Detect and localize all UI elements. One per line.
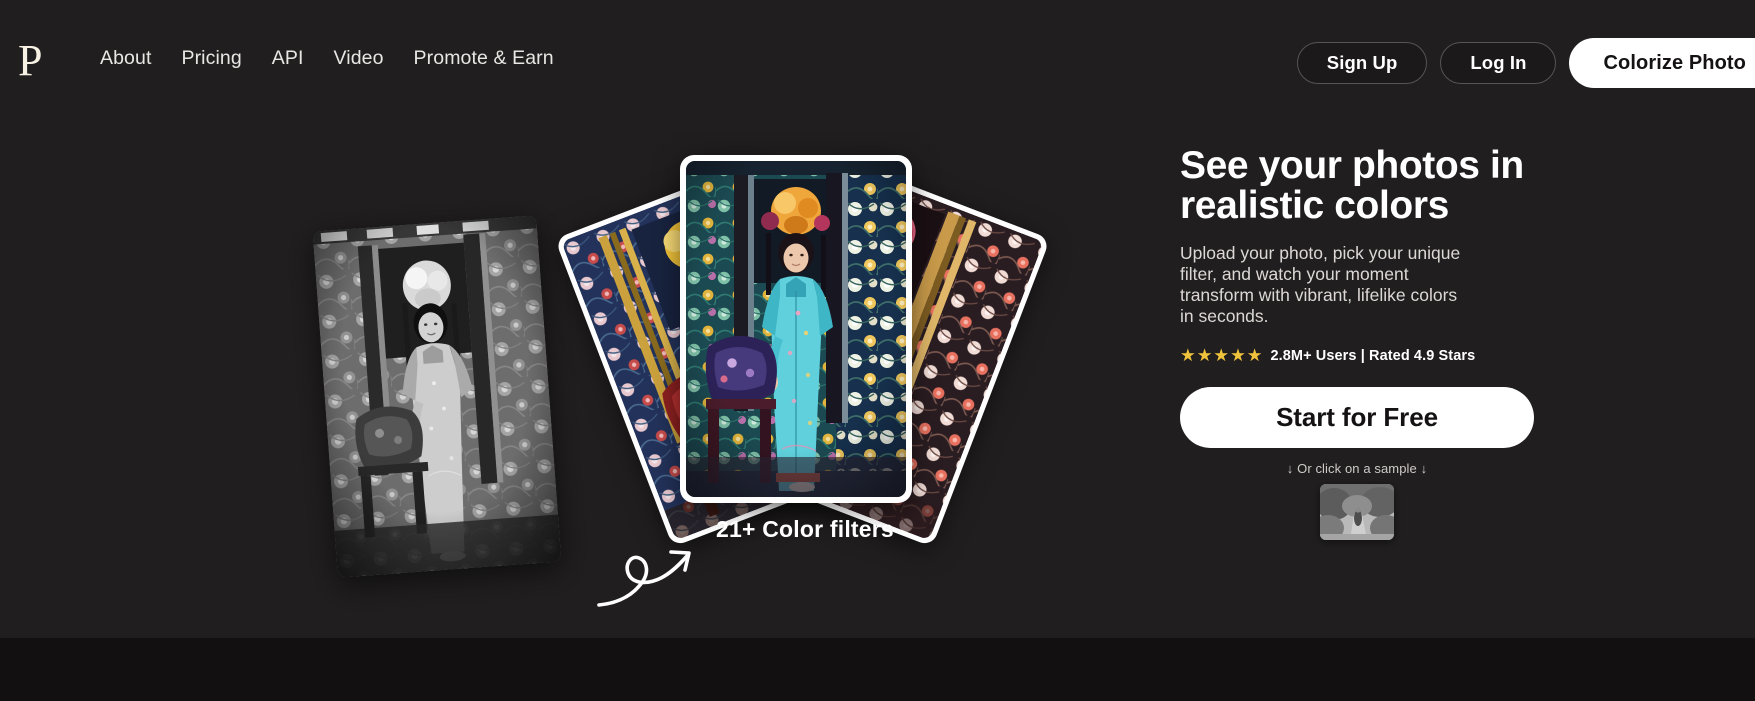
nav-item-video[interactable]: Video — [334, 45, 384, 72]
card-teal-filter[interactable] — [680, 155, 912, 503]
top-navbar: P About Pricing API Video Promote & Earn… — [0, 0, 1755, 118]
sample-thumbnail-artwork — [1320, 483, 1394, 540]
nav-item-pricing[interactable]: Pricing — [181, 45, 241, 72]
rating-text: 2.8M+ Users | Rated 4.9 Stars — [1270, 347, 1476, 364]
nav-item-promote-earn[interactable]: Promote & Earn — [414, 45, 554, 72]
nav-item-about[interactable]: About — [100, 45, 151, 72]
sample-hint-text: ↓ Or click on a sample ↓ — [1286, 460, 1428, 476]
log-in-button[interactable]: Log In — [1440, 42, 1557, 84]
rating-row: ★★★★★ 2.8M+ Users | Rated 4.9 Stars — [1180, 345, 1580, 365]
original-bw-photo — [312, 215, 562, 578]
color-filters-label: 21+ Color filters — [716, 516, 894, 542]
nav-actions: Sign Up Log In Colorize Photo — [1296, 38, 1755, 88]
hero-copy: See your photos in realistic colors Uplo… — [1180, 146, 1580, 540]
colorized-cards-fan: 21+ Color filters — [554, 138, 1051, 547]
hero-section: 21+ Color filters See your photos in rea… — [0, 118, 1755, 638]
star-rating-icon: ★★★★★ — [1180, 345, 1264, 365]
page-title: See your photos in realistic colors — [1180, 144, 1524, 227]
hero-subcopy: Upload your photo, pick your unique filt… — [1180, 243, 1461, 326]
start-for-free-button[interactable]: Start for Free — [1180, 386, 1534, 448]
sample-thumbnail-row — [1180, 483, 1534, 540]
logo-p-icon[interactable]: P — [18, 38, 58, 84]
sample-thumbnail[interactable] — [1320, 483, 1394, 540]
nav-links: About Pricing API Video Promote & Earn — [100, 45, 554, 72]
bw-photo-artwork — [312, 215, 562, 578]
landing-page: P About Pricing API Video Promote & Earn… — [0, 0, 1755, 701]
bottom-band — [0, 638, 1755, 701]
teal-card-artwork — [686, 161, 906, 497]
colorize-photo-button[interactable]: Colorize Photo — [1569, 38, 1755, 88]
sign-up-button[interactable]: Sign Up — [1296, 42, 1428, 84]
nav-item-api[interactable]: API — [272, 45, 304, 72]
